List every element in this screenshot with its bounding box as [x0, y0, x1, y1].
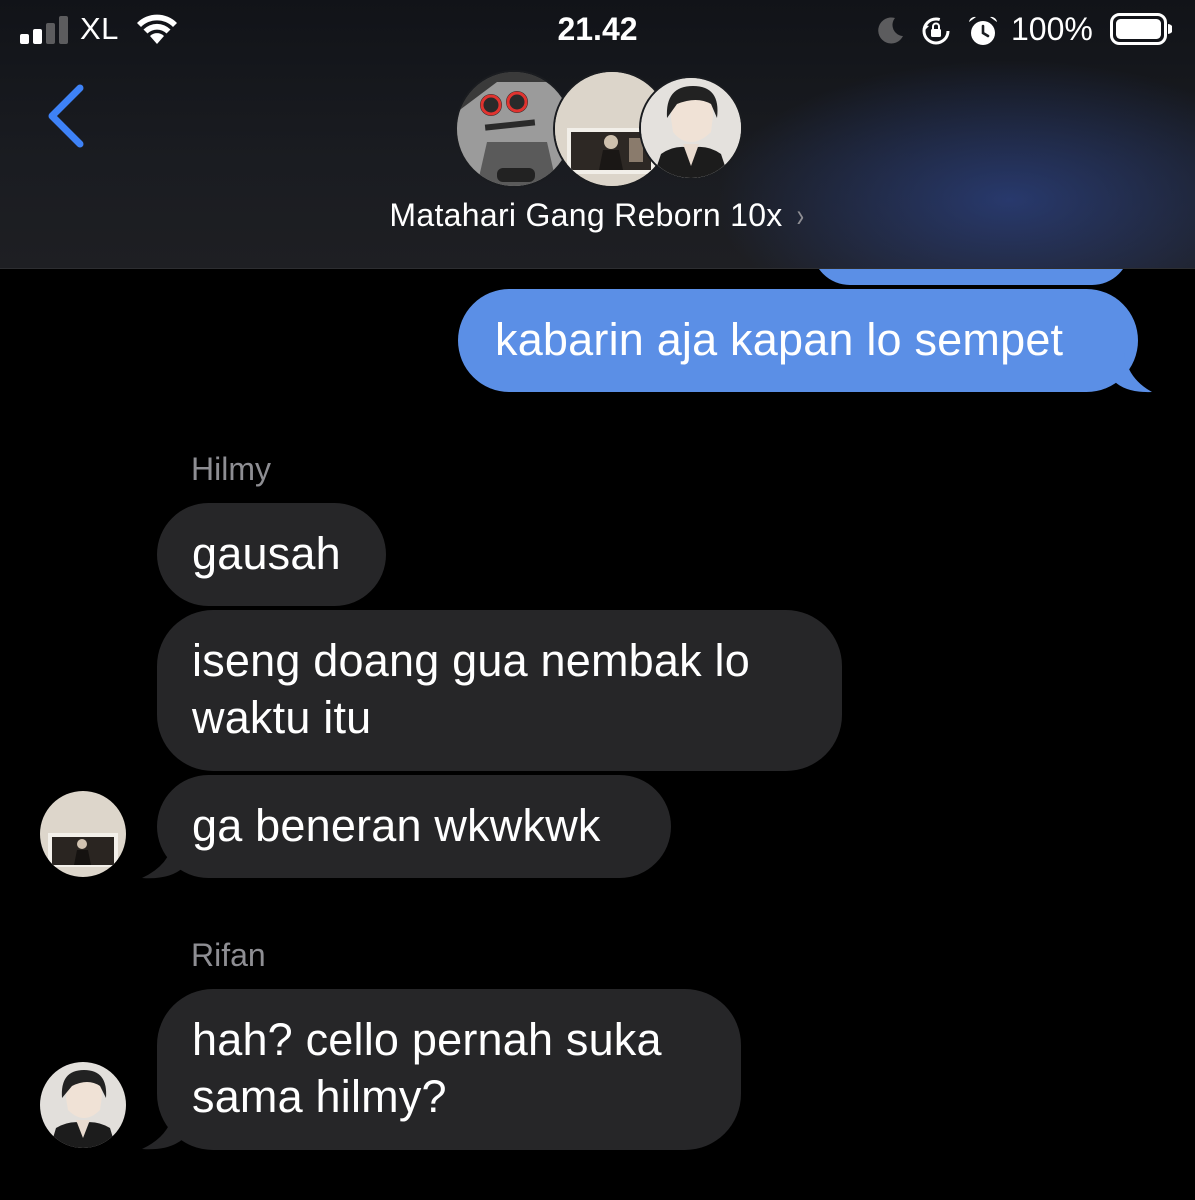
status-bar: XL 21.42 100%: [0, 0, 1195, 62]
back-chevron-icon[interactable]: [40, 80, 92, 152]
sender-avatar[interactable]: [40, 791, 126, 877]
message-bubble-incoming[interactable]: gausah: [157, 503, 386, 606]
conversation-header: XL 21.42 100% Matahari Gang Reborn 10x ›: [0, 0, 1195, 269]
message-text-line: waktu itu: [192, 692, 372, 743]
message-bubble-incoming[interactable]: hah? cello pernah suka sama hilmy?: [157, 989, 741, 1150]
message-list[interactable]: kabarin aja kapan lo sempet Hilmy gausah…: [0, 269, 1195, 1200]
sender-name: Hilmy: [191, 451, 271, 487]
moon-icon: [878, 17, 903, 44]
sender-avatar[interactable]: [40, 1062, 126, 1148]
group-name-button[interactable]: Matahari Gang Reborn 10x ›: [0, 197, 1195, 234]
message-bubble-incoming[interactable]: iseng doang gua nembak lo waktu itu: [157, 610, 842, 771]
bubble-tail: [1114, 353, 1152, 393]
message-text-line: iseng doang gua nembak lo: [192, 635, 750, 686]
message-text: gausah: [192, 528, 341, 579]
sender-name: Rifan: [191, 937, 266, 973]
group-name-label: Matahari Gang Reborn 10x: [389, 197, 783, 233]
message-bubble-outgoing[interactable]: [812, 269, 1130, 285]
bubble-tail: [142, 839, 184, 879]
rotation-lock-icon: [922, 17, 950, 45]
battery-percent: 100%: [1011, 11, 1093, 47]
message-bubble-outgoing[interactable]: kabarin aja kapan lo sempet: [458, 289, 1138, 392]
group-avatars[interactable]: [455, 70, 745, 188]
battery-icon: [1110, 13, 1172, 45]
message-text: ga beneran wkwkwk: [192, 800, 601, 851]
message-text-line: hah? cello pernah suka: [192, 1014, 662, 1065]
chevron-right-icon: ›: [796, 197, 804, 233]
message-text: kabarin aja kapan lo sempet: [495, 314, 1064, 365]
message-bubble-incoming[interactable]: ga beneran wkwkwk: [157, 775, 671, 878]
group-avatar-3: [639, 76, 743, 180]
message-text-line: sama hilmy?: [192, 1071, 447, 1122]
bubble-tail: [142, 1110, 184, 1150]
alarm-icon: [969, 16, 997, 45]
